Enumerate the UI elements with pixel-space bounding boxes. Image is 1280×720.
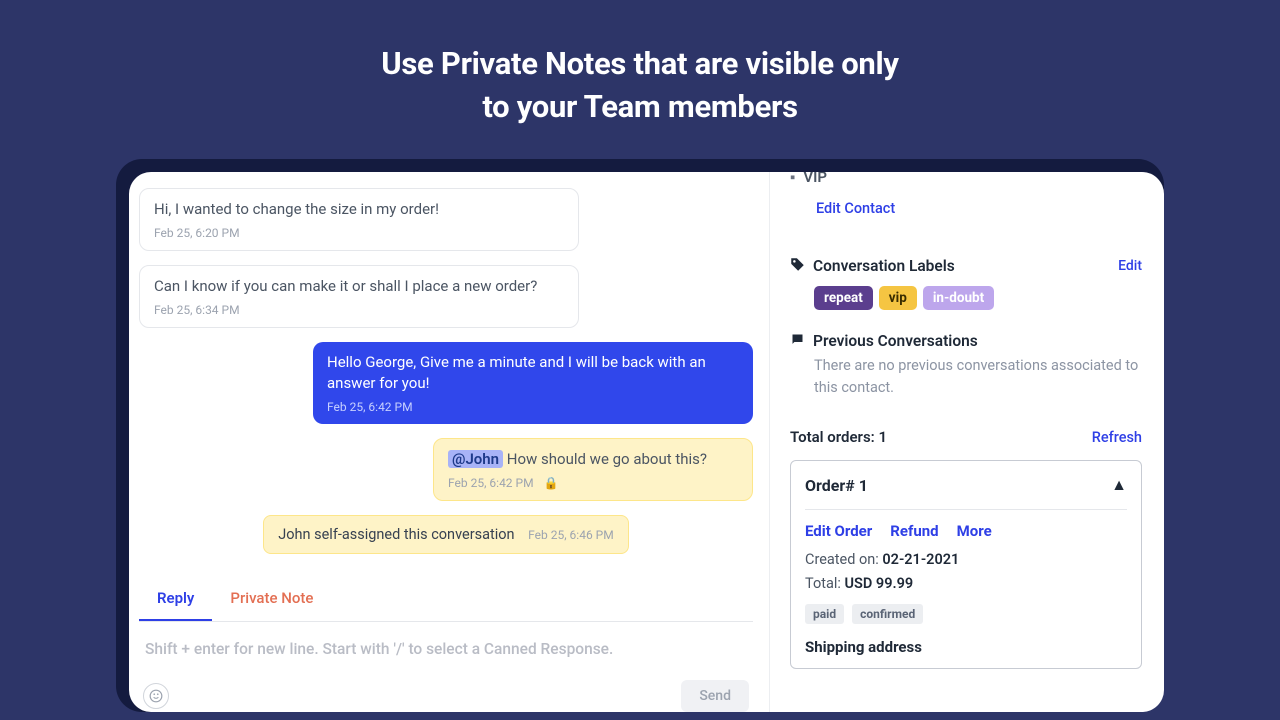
message-timestamp: Feb 25, 6:20 PM [154, 226, 564, 240]
composer-footer: Send [139, 670, 753, 712]
mention-chip[interactable]: @John [448, 450, 503, 468]
message-text: @John How should we go about this? [448, 449, 738, 470]
more-link[interactable]: More [957, 522, 992, 540]
composer-placeholder: Shift + enter for new line. Start with '… [145, 640, 747, 658]
order-status-tags: paid confirmed [805, 604, 1127, 624]
shipping-address-heading: Shipping address [805, 638, 1127, 656]
edit-order-link[interactable]: Edit Order [805, 522, 872, 540]
order-card-header[interactable]: Order# 1 ▲ [805, 475, 1127, 510]
customer-message: Hi, I wanted to change the size in my or… [139, 188, 579, 251]
section-title: Conversation Labels [813, 257, 955, 275]
edit-labels-link[interactable]: Edit [1118, 258, 1142, 274]
system-event: John self-assigned this conversation Feb… [263, 515, 628, 554]
total-orders-count: 1 [878, 428, 887, 446]
message-timestamp: Feb 25, 6:34 PM [154, 303, 564, 317]
window-frame: Hi, I wanted to change the size in my or… [116, 159, 1164, 712]
emoji-icon[interactable] [143, 683, 169, 709]
label-in-doubt[interactable]: in-doubt [923, 286, 994, 310]
edit-contact-link[interactable]: Edit Contact [816, 200, 1142, 217]
vip-label: VIP [803, 172, 827, 186]
lock-icon: 🔒 [544, 476, 559, 490]
message-timestamp: Feb 25, 6:42 PM [448, 476, 534, 490]
agent-message: Hello George, Give me a minute and I wil… [313, 342, 753, 424]
previous-conversations-empty: There are no previous conversations asso… [814, 355, 1142, 399]
message-timestamp: Feb 25, 6:42 PM [327, 400, 739, 414]
order-total: USD 99.99 [845, 575, 914, 592]
order-actions: Edit Order Refund More [805, 522, 1127, 540]
app-window: Hi, I wanted to change the size in my or… [129, 172, 1164, 712]
order-card: Order# 1 ▲ Edit Order Refund More Create… [790, 460, 1142, 669]
label-repeat[interactable]: repeat [814, 286, 873, 310]
tab-reply[interactable]: Reply [139, 579, 212, 621]
vip-tag-row: ▪ VIP [790, 172, 1142, 186]
order-created-date: 02-21-2021 [882, 551, 959, 568]
customer-message: Can I know if you can make it or shall I… [139, 265, 579, 328]
marketing-headline: Use Private Notes that are visible only … [0, 0, 1280, 159]
refresh-link[interactable]: Refresh [1092, 429, 1142, 446]
message-text: Can I know if you can make it or shall I… [154, 276, 564, 297]
tag-icon [790, 257, 805, 276]
contact-sidebar: ▪ VIP Edit Contact Conversation Labels E… [769, 172, 1164, 712]
status-confirmed: confirmed [852, 604, 923, 624]
conversation-labels-header: Conversation Labels Edit [790, 257, 1142, 276]
refund-link[interactable]: Refund [890, 522, 938, 540]
previous-conversations-header: Previous Conversations [790, 332, 1142, 351]
message-text: Hello George, Give me a minute and I wil… [327, 352, 739, 394]
composer-tabs: Reply Private Note [139, 579, 753, 622]
label-vip[interactable]: vip [879, 286, 917, 310]
chevron-up-icon: ▲ [1111, 475, 1127, 495]
status-paid: paid [805, 604, 844, 624]
message-text: Hi, I wanted to change the size in my or… [154, 199, 564, 220]
label-list: repeat vip in-doubt [814, 286, 1142, 310]
system-event-text: John self-assigned this conversation [278, 526, 514, 543]
composer-input[interactable]: Shift + enter for new line. Start with '… [139, 622, 753, 670]
orders-header: Total orders: 1 Refresh [790, 428, 1142, 446]
system-event-timestamp: Feb 25, 6:46 PM [528, 528, 614, 542]
conversation-pane: Hi, I wanted to change the size in my or… [129, 172, 769, 712]
order-title: Order# 1 [805, 476, 868, 495]
private-note-message: @John How should we go about this? Feb 2… [433, 438, 753, 501]
chat-icon [790, 332, 805, 351]
send-button[interactable]: Send [681, 680, 749, 712]
section-title: Previous Conversations [813, 332, 978, 350]
tag-icon: ▪ [790, 172, 795, 186]
message-list: Hi, I wanted to change the size in my or… [139, 184, 753, 573]
order-meta: Created on: 02-21-2021 Total: USD 99.99 [805, 548, 1127, 596]
tab-private-note[interactable]: Private Note [212, 579, 331, 621]
total-orders-label: Total orders: [790, 428, 878, 446]
